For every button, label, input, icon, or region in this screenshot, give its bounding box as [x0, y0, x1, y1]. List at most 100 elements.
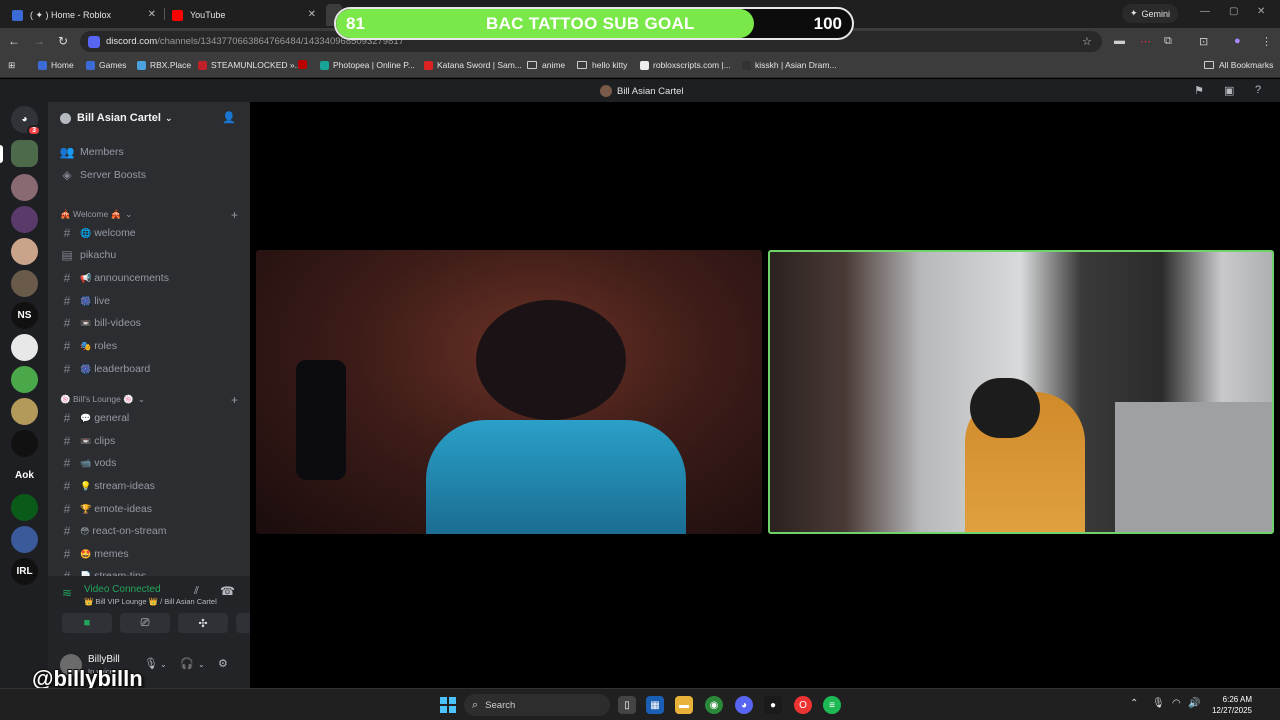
inbox-icon[interactable]: ▣ [1224, 84, 1234, 97]
channel-general[interactable]: # 💬 general [58, 408, 240, 428]
channel-live[interactable]: # 🎆 live [58, 291, 240, 311]
bookmark-item[interactable]: Home [38, 60, 74, 70]
bookmark-item[interactable]: kisskh | Asian Dram... [742, 60, 837, 70]
clock[interactable]: 6:26 AM 12/27/2025 [1208, 694, 1252, 716]
server-icon[interactable] [11, 238, 38, 265]
microphone-icon[interactable]: 🎙 [144, 657, 158, 670]
bookmark-folder[interactable]: anime [527, 60, 565, 70]
video-tile-speaking[interactable] [768, 250, 1274, 534]
extension-icon[interactable]: ▬ [1114, 35, 1125, 47]
apps-grid-icon[interactable]: ⊞ [8, 60, 15, 71]
help-icon[interactable]: ? [1255, 84, 1261, 96]
back-icon[interactable]: ← [6, 34, 22, 48]
profile-avatar-icon[interactable]: ● [1234, 35, 1241, 47]
headphones-icon[interactable]: 🎧 [180, 657, 194, 670]
start-windows-icon[interactable] [440, 697, 456, 713]
bookmark-item[interactable] [298, 60, 311, 69]
bookmark-item[interactable]: Photopea | Online P... [320, 60, 415, 70]
channel-react-on-stream[interactable]: # 😳 react-on-stream [58, 521, 240, 541]
disconnect-icon[interactable]: ☎ [220, 584, 235, 598]
category-welcome[interactable]: 🎪 Welcome 🎪 ⌄ + [60, 208, 240, 222]
settings-gear-icon[interactable]: ⚙ [218, 657, 228, 670]
bookmark-item[interactable]: RBX.Place [137, 60, 191, 70]
username[interactable]: BillyBill [88, 654, 120, 665]
tab-search-icon[interactable]: ⊡ [1199, 35, 1208, 48]
server-icon-ns[interactable]: NS [11, 302, 38, 329]
chevron-down-icon[interactable]: ⌄ [198, 660, 205, 669]
reload-icon[interactable]: ↻ [55, 34, 71, 48]
members-item[interactable]: 👥 Members [58, 142, 240, 162]
chevron-up-icon[interactable]: ⌃ [1130, 698, 1138, 709]
server-icon-bill-asian-cartel[interactable] [11, 140, 38, 167]
channel-stream-ideas[interactable]: # 💡 stream-ideas [58, 476, 240, 496]
file-explorer-icon[interactable]: ▬ [675, 696, 693, 714]
server-icon-aok[interactable]: Aok [11, 462, 38, 489]
channel-vods[interactable]: # 📹 vods [58, 453, 240, 473]
server-icon[interactable] [11, 270, 38, 297]
tab-roblox[interactable]: ( ✦ ) Home - Roblox ✕ [4, 4, 164, 26]
bookmark-item[interactable]: Games [86, 60, 126, 70]
discord-icon[interactable]: ◕ [735, 696, 753, 714]
app-icon[interactable]: ● [764, 696, 782, 714]
category-bills-lounge[interactable]: 🍥 Bill's Lounge 🍥 ⌄ + [60, 393, 240, 407]
server-icon-irl[interactable]: IRL [11, 558, 38, 585]
chevron-down-icon[interactable]: ⌄ [160, 660, 167, 669]
extension-red-icon[interactable]: ⋯ [1140, 35, 1151, 48]
taskview-icon[interactable]: ▯ [618, 696, 636, 714]
invite-people-icon[interactable]: 👤 [222, 111, 236, 124]
forward-icon[interactable]: → [31, 34, 47, 48]
activities-button[interactable]: ✣ [178, 613, 228, 633]
extensions-puzzle-icon[interactable]: ⧉ [1164, 35, 1172, 48]
camera-button[interactable]: ■ [62, 613, 112, 633]
microphone-tray-icon[interactable]: 🎙 [1152, 698, 1165, 709]
bookmark-item[interactable]: Katana Sword | Sam... [424, 60, 522, 70]
bookmark-star-icon[interactable]: ☆ [1082, 35, 1092, 48]
minimize-icon[interactable]: — [1200, 6, 1210, 17]
server-icon[interactable] [11, 174, 38, 201]
direct-messages-icon[interactable]: ◕ 3 [11, 106, 41, 136]
menu-kebab-icon[interactable]: ⋮ [1261, 35, 1272, 48]
server-icon[interactable] [11, 206, 38, 233]
voice-status[interactable]: Video Connected [84, 584, 161, 595]
noise-suppression-icon[interactable]: ⫽ [194, 585, 199, 598]
server-icon[interactable] [11, 430, 38, 457]
server-header[interactable]: Bill Asian Cartel ⌄ 👤 [48, 102, 250, 134]
add-channel-icon[interactable]: + [231, 208, 238, 222]
channel-emote-ideas[interactable]: # 🏆 emote-ideas [58, 499, 240, 519]
server-icon[interactable] [11, 398, 38, 425]
channel-welcome[interactable]: # 🌐 welcome [58, 223, 240, 243]
channel-pikachu[interactable]: ▤ pikachu [58, 245, 240, 265]
volume-icon[interactable]: 🔊 [1188, 698, 1200, 709]
signal-icon[interactable]: ≋ [62, 586, 72, 600]
channel-announcements[interactable]: # 📢 announcements [58, 268, 240, 288]
spotify-icon[interactable]: ≡ [823, 696, 841, 714]
opera-icon[interactable]: O [794, 696, 812, 714]
bookmark-item[interactable]: robloxscripts.com |... [640, 60, 731, 70]
chrome-icon[interactable]: ◉ [705, 696, 723, 714]
tab-youtube[interactable]: YouTube ✕ [164, 4, 324, 26]
server-boosts-item[interactable]: ◈ Server Boosts [58, 165, 240, 185]
taskbar-search[interactable]: ⌕ Search [464, 694, 610, 716]
add-channel-icon[interactable]: + [231, 393, 238, 407]
channel-roles[interactable]: # 🎭 roles [58, 336, 240, 356]
channel-memes[interactable]: # 🤩 memes [58, 544, 240, 564]
store-icon[interactable]: ▦ [646, 696, 664, 714]
screen-share-button[interactable]: ⎚ [120, 613, 170, 633]
channel-bill-videos[interactable]: # 📼 bill-videos [58, 313, 240, 333]
channel-leaderboard[interactable]: # 🎆 leaderboard [58, 359, 240, 379]
bookmark-folder[interactable]: hello kitty [577, 60, 627, 70]
flag-icon[interactable]: ⚑ [1194, 84, 1204, 97]
server-icon[interactable] [11, 366, 38, 393]
close-tab-icon[interactable]: ✕ [148, 9, 156, 20]
server-icon-kick[interactable] [11, 494, 38, 521]
close-tab-icon[interactable]: ✕ [308, 9, 316, 20]
bookmark-item[interactable]: STEAMUNLOCKED »... [198, 60, 302, 70]
channel-clips[interactable]: # 📼 clips [58, 431, 240, 451]
window-close-icon[interactable]: ✕ [1257, 6, 1265, 17]
server-icon[interactable] [11, 334, 38, 361]
wifi-icon[interactable]: ◠ [1172, 698, 1181, 709]
maximize-icon[interactable]: ▢ [1229, 6, 1238, 17]
video-tile-participant[interactable] [256, 250, 762, 534]
server-icon[interactable] [11, 526, 38, 553]
gemini-button[interactable]: ✦ Gemini [1122, 4, 1179, 23]
